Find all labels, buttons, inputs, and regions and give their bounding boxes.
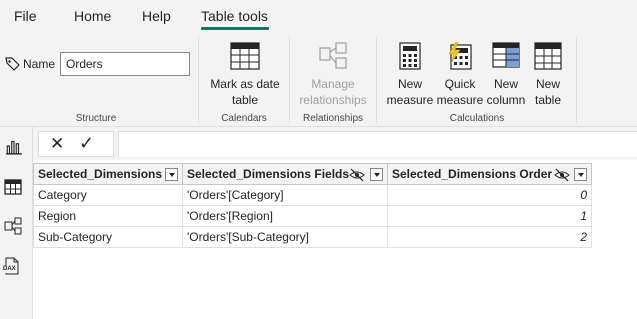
active-tab-indicator <box>201 27 269 30</box>
new-column-button[interactable]: New column <box>485 34 527 110</box>
new-table-icon <box>534 42 562 70</box>
column-header-label: Selected_Dimensions Order <box>392 167 553 181</box>
table-cell[interactable]: 0 <box>387 184 592 206</box>
name-label: Name <box>23 57 56 71</box>
table-row: Sub-Category 'Orders'[Sub-Category] 2 <box>33 226 592 248</box>
header-row: Selected_Dimensions Selected_Dimensions … <box>33 163 592 185</box>
new-measure-button[interactable]: New measure <box>386 34 434 110</box>
manage-relationships-label-2: relationships <box>299 93 367 107</box>
new-table-label-1: New <box>535 77 560 91</box>
table-row: Region 'Orders'[Region] 1 <box>33 205 592 227</box>
table-cell[interactable]: 'Orders'[Category] <box>182 184 388 206</box>
hidden-in-report-icon <box>349 168 365 182</box>
hidden-in-report-icon <box>554 168 570 182</box>
tag-icon <box>5 57 20 71</box>
data-table: Selected_Dimensions Selected_Dimensions … <box>33 163 592 248</box>
column-header-selected-dimensions-order[interactable]: Selected_Dimensions Order <box>387 163 592 185</box>
table-cell[interactable]: 1 <box>387 205 592 227</box>
table-cell[interactable]: 'Orders'[Region] <box>182 205 388 227</box>
column-filter-dropdown-icon[interactable] <box>574 168 587 181</box>
formula-bar: ✕ ✓ <box>33 127 637 160</box>
quick-measure-icon <box>448 42 472 70</box>
group-label-calendars: Calendars <box>221 113 267 124</box>
table-name-input[interactable] <box>60 52 190 76</box>
table-cell[interactable]: Category <box>33 184 183 206</box>
new-column-label-1: New <box>493 77 518 91</box>
table-cell[interactable]: Region <box>33 205 183 227</box>
table-view-icon[interactable] <box>4 178 22 196</box>
manage-relationships-button[interactable]: Manage relationships <box>294 34 372 110</box>
group-divider <box>376 37 377 123</box>
quick-measure-label-2: measure <box>436 93 484 107</box>
quick-measure-label-1: Quick <box>444 77 476 91</box>
group-label-relationships: Relationships <box>302 113 364 124</box>
new-measure-label-2: measure <box>386 93 434 107</box>
group-divider <box>576 37 577 123</box>
group-label-calculations: Calculations <box>449 113 505 124</box>
column-header-selected-dimensions-fields[interactable]: Selected_Dimensions Fields <box>182 163 388 185</box>
menu-table-tools[interactable]: Table tools <box>201 8 268 24</box>
ribbon: Name Structure Mark as date table Calend… <box>0 34 637 127</box>
calculator-icon <box>399 42 421 70</box>
menu-help[interactable]: Help <box>142 8 171 24</box>
left-nav: DAX <box>0 127 33 319</box>
new-column-icon <box>492 42 520 68</box>
mark-as-date-table-label-2: table <box>231 93 259 107</box>
group-divider <box>289 37 290 123</box>
model-view-icon[interactable] <box>4 217 22 235</box>
mark-as-date-table-button[interactable]: Mark as date table <box>203 34 287 110</box>
table-row: Category 'Orders'[Category] 0 <box>33 184 592 206</box>
menu-home[interactable]: Home <box>74 8 111 24</box>
column-filter-dropdown-icon[interactable] <box>165 168 178 181</box>
column-filter-dropdown-icon[interactable] <box>370 168 383 181</box>
mark-as-date-table-label-1: Mark as date <box>210 77 280 91</box>
column-header-label: Selected_Dimensions Fields <box>187 167 350 181</box>
cancel-formula-button[interactable]: ✕ <box>50 134 64 154</box>
column-header-selected-dimensions[interactable]: Selected_Dimensions <box>33 163 183 185</box>
calendar-table-icon <box>230 42 260 70</box>
commit-formula-button[interactable]: ✓ <box>79 133 94 154</box>
table-cell[interactable]: Sub-Category <box>33 226 183 248</box>
manage-relationships-label-1: Manage <box>311 77 355 91</box>
dax-query-view-icon[interactable]: DAX <box>3 257 23 277</box>
quick-measure-button[interactable]: Quick measure <box>436 34 484 110</box>
data-view-canvas: Selected_Dimensions Selected_Dimensions … <box>33 160 637 319</box>
menu-file[interactable]: File <box>14 8 37 24</box>
formula-input[interactable] <box>118 131 637 157</box>
new-table-label-2: table <box>534 93 562 107</box>
relationships-icon <box>319 42 347 69</box>
table-cell[interactable]: 'Orders'[Sub-Category] <box>182 226 388 248</box>
menu-bar: File Home Help Table tools <box>0 0 637 34</box>
new-column-label-2: column <box>486 93 526 107</box>
group-label-structure: Structure <box>75 113 117 124</box>
column-header-label: Selected_Dimensions <box>38 167 163 181</box>
group-divider <box>198 37 199 123</box>
report-view-icon[interactable] <box>5 137 23 155</box>
dax-label: DAX <box>3 266 16 273</box>
formula-buttons: ✕ ✓ <box>38 131 114 157</box>
new-measure-label-1: New <box>397 77 422 91</box>
new-table-button[interactable]: New table <box>529 34 567 110</box>
table-cell[interactable]: 2 <box>387 226 592 248</box>
